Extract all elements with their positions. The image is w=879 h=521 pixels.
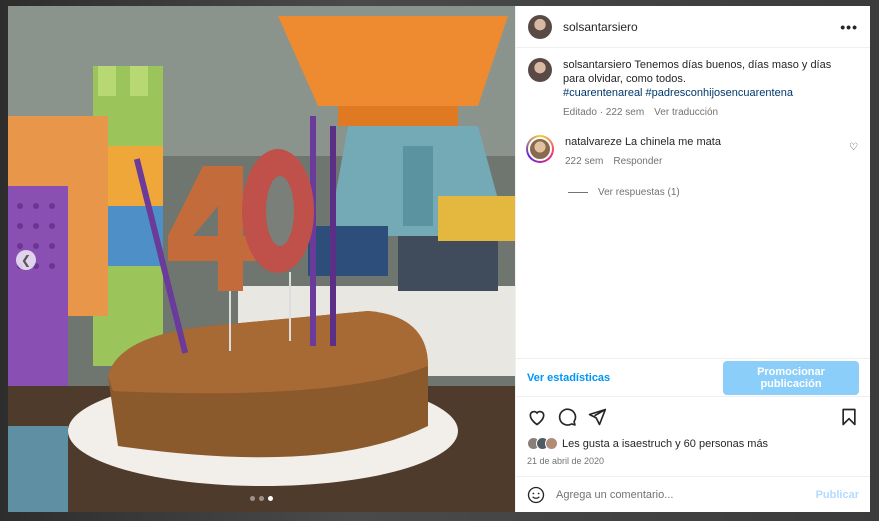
comments-list: solsantarsiero Tenemos días buenos, días… (516, 48, 870, 358)
emoji-icon[interactable] (527, 486, 545, 504)
post-username[interactable]: solsantarsiero (563, 20, 638, 34)
comment-time: 222 sem (565, 156, 604, 167)
avatar[interactable] (528, 14, 552, 39)
publish-button[interactable]: Publicar (816, 489, 859, 501)
carousel-dot (259, 496, 264, 501)
heart-icon[interactable]: ♡ (849, 142, 858, 153)
view-replies-link[interactable]: Ver respuestas (1) (568, 187, 858, 198)
post-modal: ❮ solsantarsiero ••• solsantarsiero Tene… (8, 6, 870, 512)
translate-link[interactable]: Ver traducción (654, 106, 718, 120)
comment-row: natalvareze La chinela me mata 222 sem R… (526, 135, 858, 169)
caption-row: solsantarsiero Tenemos días buenos, días… (528, 58, 858, 120)
caption: solsantarsiero Tenemos días buenos, días… (563, 58, 833, 120)
add-comment-bar: Publicar (516, 476, 870, 512)
carousel-dot-active (268, 496, 273, 501)
post-photo: ❮ (8, 6, 515, 512)
view-replies-label: Ver respuestas (1) (598, 187, 680, 198)
reply-link[interactable]: Responder (613, 155, 662, 169)
caption-edited: Editado · 222 sem (563, 107, 645, 118)
post-header: solsantarsiero ••• (516, 6, 870, 48)
post-date: 21 de abril de 2020 (527, 456, 605, 466)
carousel-prev-button[interactable]: ❮ (16, 250, 36, 270)
caption-username[interactable]: solsantarsiero (563, 59, 631, 71)
post-actions (516, 404, 870, 430)
caption-meta: Editado · 222 sem Ver traducción (563, 106, 833, 120)
caption-hashtags[interactable]: #cuarentenareal #padresconhijosencuarent… (563, 87, 793, 99)
comment-input[interactable] (556, 488, 816, 501)
likes-text: Les gusta a isaestruch y 60 personas más (562, 437, 769, 450)
post-side-panel: solsantarsiero ••• solsantarsiero Tenemo… (515, 6, 870, 512)
view-insights-link[interactable]: Ver estadísticas (527, 372, 610, 384)
more-icon[interactable]: ••• (840, 19, 858, 35)
liker-avatars (527, 437, 558, 450)
comment: natalvareze La chinela me mata 222 sem R… (565, 135, 835, 169)
chevron-left-icon: ❮ (20, 253, 32, 267)
comment-username[interactable]: natalvareze (565, 136, 622, 148)
avatar (545, 437, 558, 450)
comment-meta: 222 sem Responder (565, 155, 835, 169)
comment-text: La chinela me mata (624, 136, 721, 148)
avatar[interactable] (528, 58, 552, 82)
promote-post-button[interactable]: Promocionar publicación (723, 360, 859, 395)
stats-bar: Ver estadísticas Promocionar publicación (516, 358, 870, 397)
save-icon[interactable] (839, 407, 859, 427)
cake-photo-illustration (8, 6, 515, 512)
carousel-dots (250, 496, 273, 501)
avatar[interactable] (526, 135, 554, 163)
replies-divider (568, 192, 588, 193)
carousel-dot (250, 496, 255, 501)
likes-summary[interactable]: Les gusta a isaestruch y 60 personas más (527, 437, 768, 450)
heart-icon[interactable] (527, 407, 547, 427)
share-icon[interactable] (587, 407, 607, 427)
comment-icon[interactable] (557, 407, 577, 427)
